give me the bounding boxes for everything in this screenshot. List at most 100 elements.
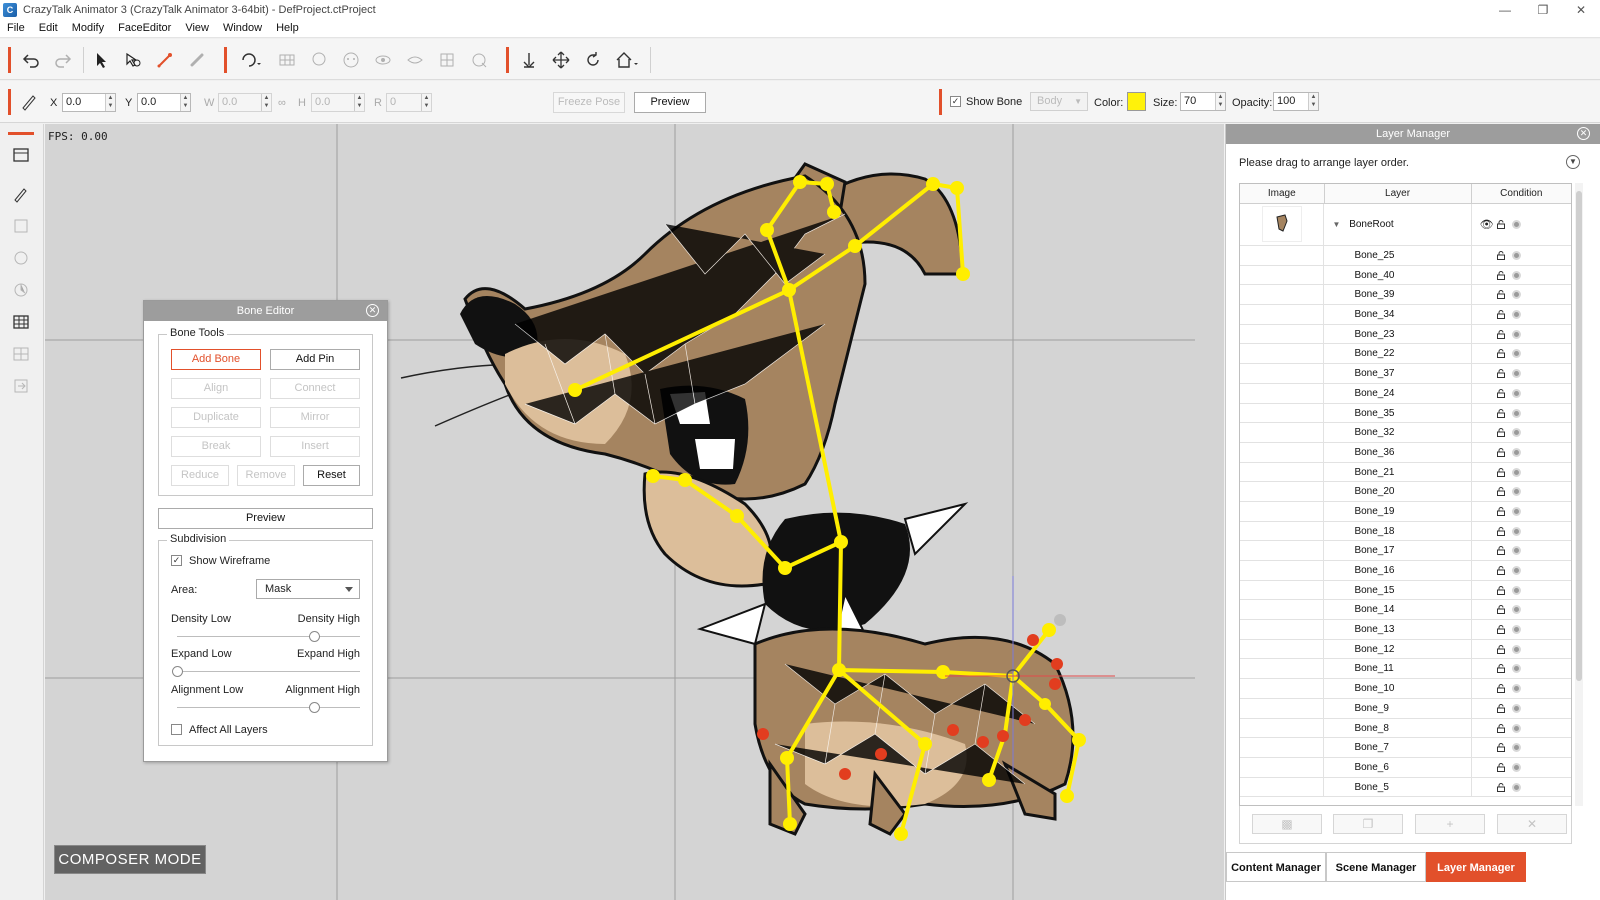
visibility-dot-icon[interactable] — [1511, 762, 1521, 772]
visibility-dot-icon[interactable] — [1511, 487, 1521, 497]
alignment-slider-thumb[interactable] — [309, 702, 321, 713]
preview-button[interactable]: Preview — [158, 508, 373, 529]
r-input[interactable]: 0 ▲ ▼ — [386, 93, 432, 112]
link-icon[interactable] — [186, 49, 208, 71]
lock-icon[interactable] — [1496, 605, 1505, 615]
lock-icon[interactable] — [1496, 782, 1505, 792]
table-row[interactable]: Bone_8 — [1240, 718, 1571, 739]
morph-icon[interactable] — [436, 49, 458, 71]
lock-icon[interactable] — [1496, 526, 1505, 536]
menu-help[interactable]: Help — [269, 19, 306, 38]
table-row[interactable]: Bone_18 — [1240, 521, 1571, 542]
visibility-dot-icon[interactable] — [1511, 447, 1521, 457]
visibility-dot-icon[interactable] — [1511, 369, 1521, 379]
visibility-dot-icon[interactable] — [1511, 408, 1521, 418]
visibility-dot-icon[interactable] — [1511, 220, 1521, 229]
table-row[interactable]: Bone_23 — [1240, 324, 1571, 345]
lock-icon[interactable] — [1496, 408, 1505, 418]
lock-icon[interactable] — [1496, 644, 1505, 654]
lock-icon[interactable] — [1496, 369, 1505, 379]
table-row[interactable]: Bone_16 — [1240, 561, 1571, 581]
body-dropdown[interactable]: Body ▼ — [1030, 92, 1088, 111]
layer-manager-title-bar[interactable]: Layer Manager ✕ — [1226, 124, 1600, 144]
x-input[interactable]: 0.0 ▲ ▼ — [62, 93, 116, 112]
tab-scene-manager[interactable]: Scene Manager — [1326, 852, 1426, 882]
character-mesh[interactable] — [400, 162, 1075, 836]
table-row[interactable]: Bone_32 — [1240, 423, 1571, 443]
brush-icon[interactable] — [10, 183, 32, 205]
character-icon[interactable] — [10, 215, 32, 237]
home-icon[interactable] — [614, 49, 642, 71]
reduce-button[interactable]: Reduce — [171, 465, 229, 486]
lock-icon[interactable] — [1496, 762, 1505, 772]
layer-scrollbar-thumb[interactable] — [1576, 191, 1582, 681]
duplicate-layer-button[interactable]: ❐ — [1333, 814, 1403, 834]
visibility-dot-icon[interactable] — [1511, 644, 1521, 654]
visibility-dot-icon[interactable] — [1511, 349, 1521, 359]
menu-faceeditor[interactable]: FaceEditor — [111, 19, 178, 38]
opacity-input[interactable]: 100 ▲ ▼ — [1273, 92, 1319, 111]
chevron-down-icon[interactable]: ▼ — [1566, 155, 1580, 169]
visibility-dot-icon[interactable] — [1511, 664, 1521, 674]
visibility-dot-icon[interactable] — [1511, 566, 1521, 575]
lock-icon[interactable] — [1496, 684, 1505, 694]
lock-icon[interactable] — [1496, 428, 1505, 438]
lock-icon[interactable] — [1496, 723, 1505, 733]
minimize-icon[interactable]: — — [1486, 0, 1524, 19]
eye-icon[interactable] — [372, 49, 394, 71]
sprite-list-icon[interactable] — [10, 311, 32, 333]
lock-icon[interactable] — [1496, 743, 1505, 753]
visibility-dot-icon[interactable] — [1511, 546, 1521, 556]
visibility-dot-icon[interactable] — [1511, 703, 1521, 713]
duplicate-button[interactable]: Duplicate — [171, 407, 261, 428]
tab-content-manager[interactable]: Content Manager — [1226, 852, 1326, 882]
lock-icon[interactable] — [1496, 467, 1505, 477]
group-layer-button[interactable]: ▩ — [1252, 814, 1322, 834]
anchor-icon[interactable] — [518, 49, 540, 71]
density-slider-thumb[interactable] — [309, 631, 321, 642]
table-row[interactable]: Bone_34 — [1240, 305, 1571, 325]
close-icon[interactable]: ✕ — [1562, 0, 1600, 19]
lock-icon[interactable] — [1496, 251, 1505, 260]
table-row[interactable]: Bone_24 — [1240, 383, 1571, 404]
head-icon[interactable] — [308, 49, 330, 71]
insert-button[interactable]: Insert — [270, 436, 360, 457]
table-row[interactable]: Bone_21 — [1240, 462, 1571, 483]
visibility-dot-icon[interactable] — [1511, 290, 1521, 300]
visibility-dot-icon[interactable] — [1511, 605, 1521, 615]
table-row[interactable]: Bone_7 — [1240, 738, 1571, 758]
lock-icon[interactable] — [1496, 703, 1505, 713]
w-input[interactable]: 0.0 ▲ ▼ — [218, 93, 272, 112]
table-row[interactable]: Bone_37 — [1240, 364, 1571, 384]
grid-icon[interactable] — [276, 49, 298, 71]
menu-file[interactable]: File — [0, 19, 32, 38]
delete-layer-button[interactable]: ✕ — [1497, 814, 1567, 834]
add-pin-button[interactable]: Add Pin — [270, 349, 360, 370]
table-row[interactable]: Bone_40 — [1240, 265, 1571, 286]
table-row[interactable]: Bone_11 — [1240, 659, 1571, 680]
reset-button[interactable]: Reset — [303, 465, 360, 486]
layer-row-boneroot[interactable]: ▼ BoneRoot 👁 — [1240, 204, 1571, 246]
table-row[interactable]: Bone_12 — [1240, 639, 1571, 660]
table-row[interactable]: Bone_17 — [1240, 541, 1571, 561]
table-row[interactable]: Bone_25 — [1240, 246, 1571, 266]
bone-editor-title-bar[interactable]: Bone Editor ✕ — [144, 301, 387, 321]
layer-scrollbar[interactable] — [1575, 183, 1583, 806]
col-image-header[interactable]: Image — [1240, 184, 1325, 203]
visibility-dot-icon[interactable] — [1511, 428, 1521, 438]
close-icon[interactable]: ✕ — [1577, 127, 1590, 140]
alignment-slider[interactable] — [177, 702, 360, 713]
eye-icon[interactable]: 👁 — [1480, 218, 1494, 231]
face-edit-icon[interactable] — [10, 247, 32, 269]
close-icon[interactable]: ✕ — [366, 304, 379, 317]
table-row[interactable]: Bone_15 — [1240, 580, 1571, 601]
motion-icon[interactable] — [10, 279, 32, 301]
visibility-dot-icon[interactable] — [1511, 506, 1521, 516]
area-select[interactable]: Mask — [256, 579, 360, 599]
export-icon[interactable] — [10, 375, 32, 397]
table-row[interactable]: Bone_9 — [1240, 698, 1571, 719]
lock-icon[interactable] — [1496, 388, 1505, 398]
table-row[interactable]: Bone_20 — [1240, 482, 1571, 502]
sprite-editor-icon[interactable] — [240, 49, 262, 71]
lock-icon[interactable] — [1496, 487, 1505, 497]
